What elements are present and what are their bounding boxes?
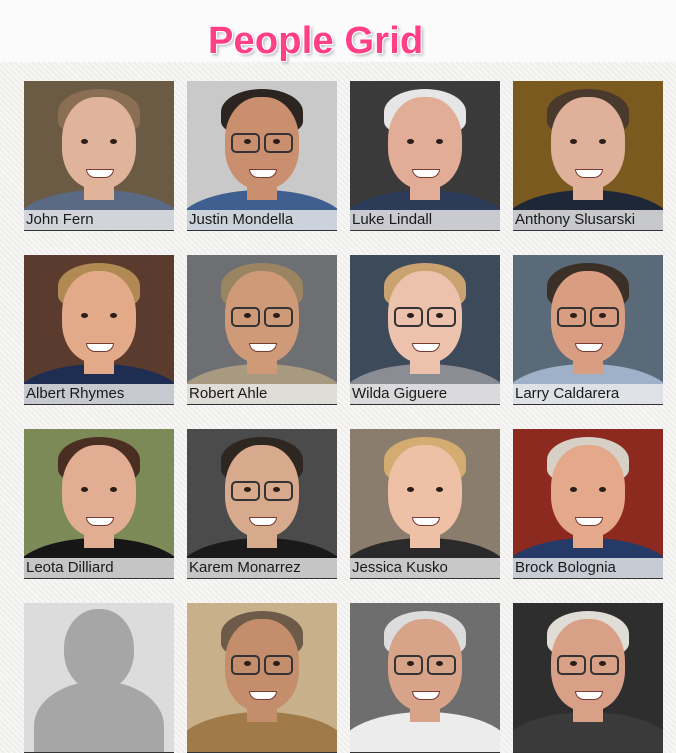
- avatar-placeholder-icon: [24, 603, 174, 752]
- person-card[interactable]: Anthony Slusarski: [513, 81, 663, 231]
- person-card[interactable]: Justin Mondella: [187, 81, 337, 231]
- person-name: Albert Rhymes: [24, 384, 174, 404]
- person-photo: [513, 429, 663, 578]
- person-card[interactable]: Robert Ahle: [187, 255, 337, 405]
- person-name: Wilda Giguere: [350, 384, 500, 404]
- person-card[interactable]: Albert Rhymes: [24, 255, 174, 405]
- person-card[interactable]: Leota Dilliard: [24, 429, 174, 579]
- person-card[interactable]: [187, 603, 337, 753]
- person-name: Robert Ahle: [187, 384, 337, 404]
- person-photo: [513, 255, 663, 404]
- person-card[interactable]: [350, 603, 500, 753]
- person-photo: [350, 81, 500, 230]
- person-photo: [350, 429, 500, 578]
- person-photo: [24, 255, 174, 404]
- person-card[interactable]: [24, 603, 174, 753]
- person-name: Justin Mondella: [187, 210, 337, 230]
- header: People Grid: [0, 0, 676, 62]
- person-photo: [187, 429, 337, 578]
- person-photo: [187, 255, 337, 404]
- person-photo: [24, 429, 174, 578]
- person-card[interactable]: Wilda Giguere: [350, 255, 500, 405]
- person-name: Luke Lindall: [350, 210, 500, 230]
- person-photo: [513, 81, 663, 230]
- person-card[interactable]: Larry Caldarera: [513, 255, 663, 405]
- person-name: Karem Monarrez: [187, 558, 337, 578]
- person-name: Larry Caldarera: [513, 384, 663, 404]
- person-card[interactable]: Jessica Kusko: [350, 429, 500, 579]
- person-photo: [187, 81, 337, 230]
- person-photo: [350, 255, 500, 404]
- person-name: Leota Dilliard: [24, 558, 174, 578]
- person-name: John Fern: [24, 210, 174, 230]
- person-photo: [24, 81, 174, 230]
- person-photo: [187, 603, 337, 752]
- person-card[interactable]: Luke Lindall: [350, 81, 500, 231]
- person-card[interactable]: John Fern: [24, 81, 174, 231]
- page-title: People Grid: [208, 20, 424, 62]
- people-grid: John Fern Justin Mondella Luke Lindall Anth…: [24, 81, 663, 753]
- person-name: Jessica Kusko: [350, 558, 500, 578]
- person-photo: [513, 603, 663, 752]
- person-card[interactable]: [513, 603, 663, 753]
- person-card[interactable]: Brock Bolognia: [513, 429, 663, 579]
- person-photo: [350, 603, 500, 752]
- person-name: Brock Bolognia: [513, 558, 663, 578]
- person-card[interactable]: Karem Monarrez: [187, 429, 337, 579]
- person-name: Anthony Slusarski: [513, 210, 663, 230]
